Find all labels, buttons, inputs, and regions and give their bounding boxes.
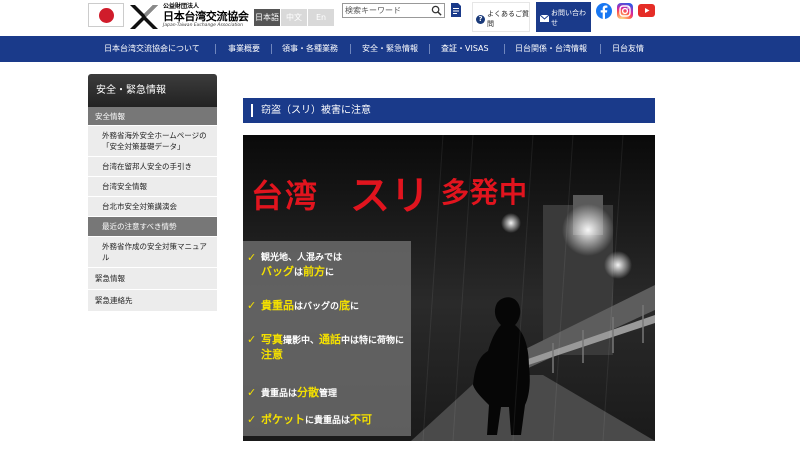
faq-button[interactable]: ? よくあるご質問 [472,2,530,32]
document-icon[interactable] [450,2,462,18]
logo-sub: 公益財団法人 [163,3,200,10]
check-icon: ✓ [247,386,257,399]
headline-suri: スリ [350,173,430,219]
sidebar-item-mofa-safety-data[interactable]: 外務省海外安全ホームページの「安全対策基礎データ」 [88,126,217,157]
japan-flag-icon [88,3,124,27]
nav-visas[interactable]: 査証・VISAS [441,36,489,62]
check-icon: ✓ [247,413,257,426]
headline-frequent: 多発中 [441,176,529,209]
search-input[interactable] [345,4,429,17]
sidebar-item-taiwan-safety[interactable]: 台湾安全情報 [88,177,217,197]
sidebar-item-emergency-contacts[interactable]: 緊急連絡先 [88,290,217,312]
nav-friendship[interactable]: 日台友情 [612,36,644,62]
article-title-bar: 窃盗（スリ）被害に注意 [243,98,655,123]
check-icon: ✓ [247,251,257,264]
nav-divider [215,44,216,54]
nav-business[interactable]: 事業概要 [228,36,260,62]
sidebar-item-taipei-lecture[interactable]: 台北市安全対策講演会 [88,197,217,217]
sidebar-item-recent-situation[interactable]: 最近の注意すべき情勢 [88,217,217,237]
check-icon: ✓ [247,333,257,346]
sidebar-item-safety-manual[interactable]: 外務省作成の安全対策マニュアル [88,237,217,268]
facebook-icon[interactable] [596,3,612,19]
contact-label: お問い合わせ [551,9,586,27]
language-switcher: 日本語 中文 En [254,9,335,26]
nav-divider [504,44,505,54]
header: 公益財団法人 日本台湾交流協会 Japan-Taiwan Exchange As… [0,0,800,36]
lang-en[interactable]: En [308,9,334,26]
nav-relations[interactable]: 日台関係・台湾情報 [515,36,587,62]
title-accent [251,104,253,117]
tips-panel: ✓ 観光地、人混みでは バッグは前方に ✓ 貴重品はバッグの底に ✓ 写真撮影中… [243,241,411,436]
headline-taiwan: 台湾 [251,177,320,215]
search-box [342,3,445,18]
search-icon[interactable] [431,5,442,16]
question-icon: ? [476,15,485,24]
lang-zh[interactable]: 中文 [281,9,307,26]
association-logo-icon[interactable] [128,1,160,33]
nav-divider [350,44,351,54]
sidebar-item-residents-guide[interactable]: 台湾在留邦人安全の手引き [88,157,217,177]
logo-main: 日本台湾交流協会 [163,10,249,23]
logo-en: Japan-Taiwan Exchange Association [163,23,243,28]
nav-divider [271,44,272,54]
contact-button[interactable]: お問い合わせ [536,2,591,32]
mail-icon [540,15,549,22]
sidebar: 安全・緊急情報 安全情報 外務省海外安全ホームページの「安全対策基礎データ」 台… [88,74,217,312]
check-icon: ✓ [247,299,257,312]
warning-poster: 台湾 スリ 多発中 ✓ 観光地、人混みでは バッグは前方に ✓ 貴重品はバッグの… [243,135,655,441]
page: 公益財団法人 日本台湾交流協会 Japan-Taiwan Exchange As… [0,0,800,456]
youtube-icon[interactable] [638,4,655,17]
instagram-icon[interactable] [617,3,633,19]
logo-text[interactable]: 公益財団法人 日本台湾交流協会 Japan-Taiwan Exchange As… [163,3,253,29]
faq-label: よくあるご質問 [487,10,529,28]
nav-consular[interactable]: 領事・各種業務 [282,36,338,62]
nav-divider [429,44,430,54]
nav-about[interactable]: 日本台湾交流協会について [104,36,200,62]
nav-safety[interactable]: 安全・緊急情報 [362,36,418,62]
lang-ja[interactable]: 日本語 [254,9,280,26]
sidebar-group-safety-info[interactable]: 安全情報 [88,107,217,126]
sidebar-item-emergency-info[interactable]: 緊急情報 [88,268,217,290]
nav-divider [600,44,601,54]
main-nav: 日本台湾交流協会について 事業概要 領事・各種業務 安全・緊急情報 査証・VIS… [0,36,800,62]
sidebar-heading: 安全・緊急情報 [88,74,217,107]
page-title: 窃盗（スリ）被害に注意 [261,105,371,116]
